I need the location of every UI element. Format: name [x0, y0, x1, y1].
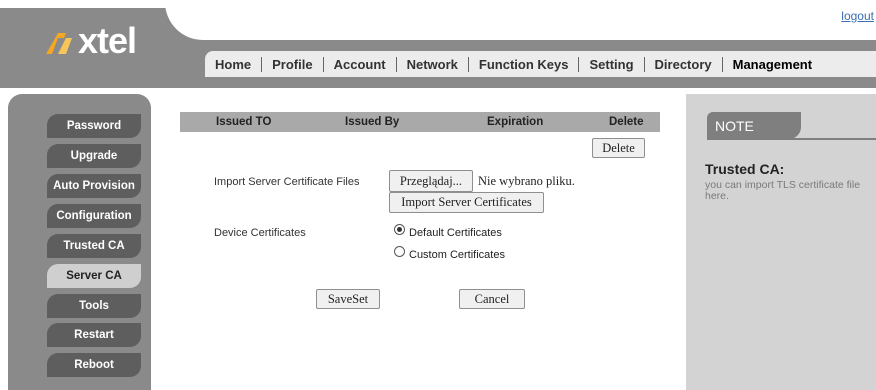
- file-status: Nie wybrano pliku.: [478, 174, 575, 188]
- sidebar-item-tools[interactable]: Tools: [47, 294, 141, 318]
- note-text: you can import TLS certificate file here…: [705, 179, 861, 202]
- delete-button[interactable]: Delete: [592, 138, 645, 158]
- nav-home[interactable]: Home: [205, 57, 261, 72]
- device-certificates-label: Device Certificates: [214, 227, 306, 239]
- note-divider: [707, 138, 876, 140]
- sidebar-item-configuration[interactable]: Configuration: [47, 204, 141, 228]
- default-certificates-label: Default Certificates: [409, 227, 502, 239]
- nav-profile[interactable]: Profile: [262, 57, 322, 72]
- sidebar-item-server-ca[interactable]: Server CA: [47, 264, 141, 288]
- header-white-cutout: [165, 0, 876, 40]
- sidebar-item-restart[interactable]: Restart: [47, 323, 141, 347]
- nav-setting[interactable]: Setting: [579, 57, 643, 72]
- import-certificates-button[interactable]: Import Server Certificates: [389, 192, 544, 213]
- browse-button[interactable]: Przeglądaj...: [389, 170, 473, 192]
- sidebar-item-auto-provision[interactable]: Auto Provision: [47, 174, 141, 198]
- nav-function-keys[interactable]: Function Keys: [469, 57, 579, 72]
- save-button[interactable]: SaveSet: [316, 289, 380, 309]
- column-expiration: Expiration: [487, 116, 544, 128]
- nav-management[interactable]: Management: [723, 57, 822, 72]
- sidebar-item-trusted-ca[interactable]: Trusted CA: [47, 234, 141, 258]
- note-tab: NOTE: [707, 112, 801, 139]
- custom-certificates-label: Custom Certificates: [409, 249, 505, 261]
- sidebar-item-reboot[interactable]: Reboot: [47, 353, 141, 377]
- default-certificates-radio[interactable]: [394, 224, 405, 235]
- logout-link[interactable]: logout: [841, 9, 874, 23]
- custom-certificates-radio[interactable]: [394, 246, 405, 257]
- sidebar-item-password[interactable]: Password: [47, 114, 141, 138]
- brand-logo-text: xtel: [78, 20, 137, 61]
- nav-directory[interactable]: Directory: [645, 57, 722, 72]
- column-issued-to: Issued TO: [216, 116, 272, 128]
- sidebar-item-upgrade[interactable]: Upgrade: [47, 144, 141, 168]
- cancel-button[interactable]: Cancel: [459, 289, 525, 309]
- nav-account[interactable]: Account: [324, 57, 396, 72]
- import-label: Import Server Certificate Files: [214, 176, 360, 188]
- column-delete: Delete: [609, 116, 644, 128]
- main-nav: Home Profile Account Network Function Ke…: [205, 51, 822, 77]
- note-title: Trusted CA:: [705, 161, 785, 177]
- nav-network[interactable]: Network: [397, 57, 468, 72]
- column-issued-by: Issued By: [345, 116, 400, 128]
